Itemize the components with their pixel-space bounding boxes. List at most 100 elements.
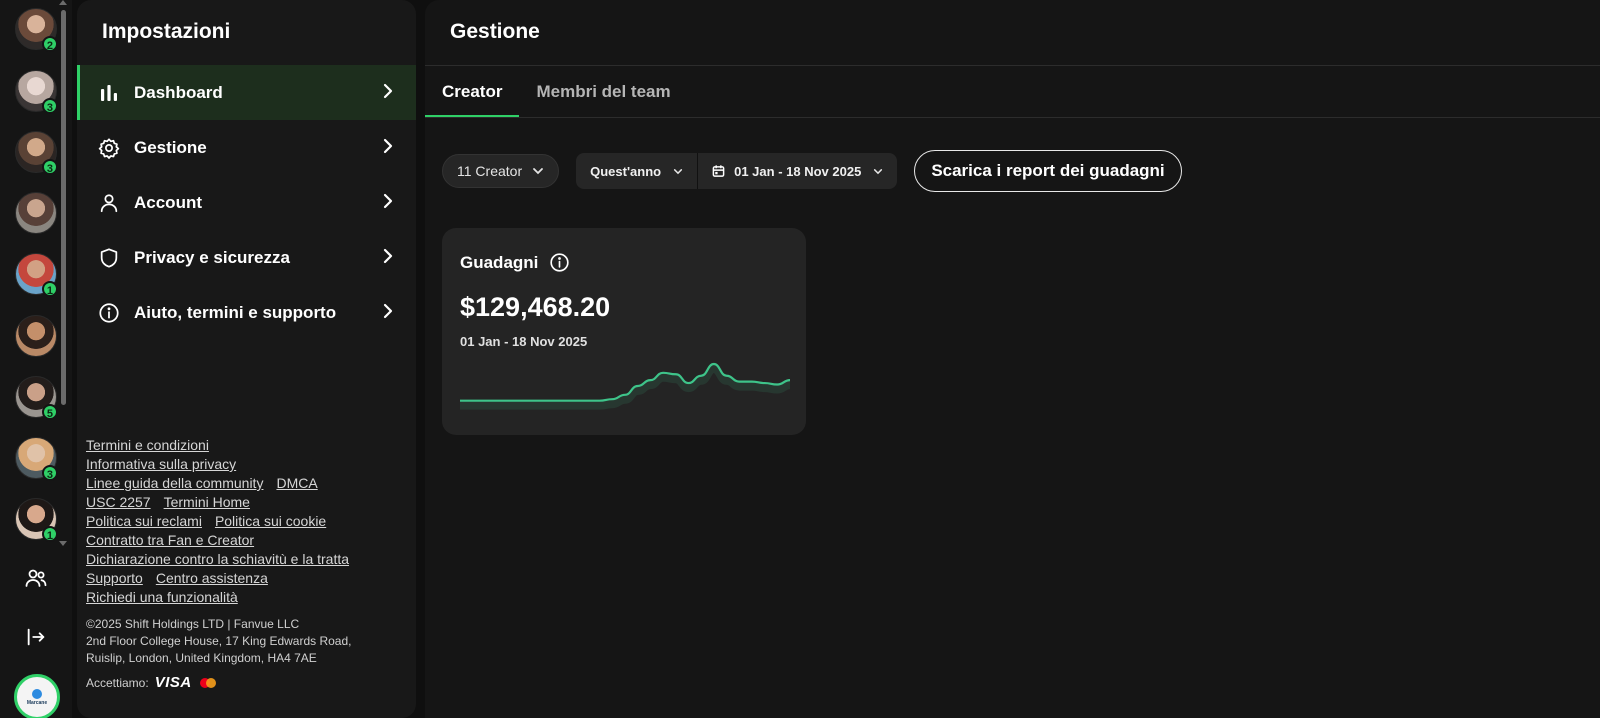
earnings-range: 01 Jan - 18 Nov 2025 xyxy=(460,334,588,349)
accept-label: Accettiamo: xyxy=(86,675,149,690)
chevron-down-icon xyxy=(874,168,883,174)
community-link[interactable]: Linee guida della community xyxy=(86,475,263,491)
terms-link[interactable]: Termini e condizioni xyxy=(86,437,209,453)
menu-item-label: Dashboard xyxy=(134,82,223,102)
calendar-icon xyxy=(712,165,725,177)
support-link[interactable]: Supporto xyxy=(86,570,143,586)
creator-rail: 2 3 3 1 5 3 1 Marcane xyxy=(0,0,72,718)
slavery-link[interactable]: Dichiarazione contro la schiavitù e la t… xyxy=(86,551,349,567)
date-range-label: 01 Jan - 18 Nov 2025 xyxy=(734,163,862,179)
gear-icon xyxy=(96,135,122,161)
chevron-right-icon xyxy=(383,303,393,319)
period-label: Quest'anno xyxy=(590,163,662,179)
chevron-right-icon xyxy=(383,193,393,209)
footer-links: Termini e condizioni Informativa sulla p… xyxy=(86,436,406,607)
agency-logo[interactable]: Marcane xyxy=(14,674,60,718)
dmca-link[interactable]: DMCA xyxy=(276,475,317,491)
copyright-line: ©2025 Shift Holdings LTD | Fanvue LLC xyxy=(86,617,300,631)
tab-team-members[interactable]: Membri del team xyxy=(519,66,687,117)
card-title-label: Guadagni xyxy=(460,252,539,272)
creator-avatar[interactable]: 2 xyxy=(15,8,58,52)
settings-panel: Impostazioni Dashboard Gestione Account xyxy=(77,0,416,718)
address-line: Ruislip, London, United Kingdom, HA4 7AE xyxy=(86,651,317,665)
main-panel: Gestione Creator Membri del team 11 Crea… xyxy=(425,0,1600,718)
chevron-right-icon xyxy=(383,138,393,154)
bar-chart-icon xyxy=(96,80,122,106)
chevron-right-icon xyxy=(383,83,393,99)
users-icon xyxy=(25,569,47,587)
creator-avatar[interactable] xyxy=(15,315,57,357)
logo-text: Marcane xyxy=(26,699,48,706)
download-report-button[interactable]: Scarica i report dei guadagni xyxy=(914,150,1182,192)
cookies-link[interactable]: Politica sui cookie xyxy=(215,513,326,529)
creator-avatar[interactable]: 1 xyxy=(15,253,58,297)
shield-icon xyxy=(96,245,122,271)
creator-avatar[interactable]: 1 xyxy=(15,498,58,542)
chevron-down-icon xyxy=(533,168,544,175)
user-icon xyxy=(96,190,122,216)
creator-avatar[interactable] xyxy=(15,192,57,234)
contract-link[interactable]: Contratto tra Fan e Creator xyxy=(86,532,254,548)
chevron-right-icon xyxy=(383,248,393,264)
unread-badge: 3 xyxy=(41,159,58,175)
scrollbar[interactable] xyxy=(61,10,66,405)
creator-count: 11 Creator xyxy=(457,163,523,179)
scroll-up-arrow[interactable] xyxy=(59,0,67,5)
date-filter: Quest'anno 01 Jan - 18 Nov 2025 xyxy=(576,153,898,189)
unread-badge: 3 xyxy=(41,465,58,481)
settings-title: Impostazioni xyxy=(102,20,231,43)
scroll-down-arrow[interactable] xyxy=(59,541,67,546)
creator-select[interactable]: 11 Creator xyxy=(442,154,560,188)
payment-methods: Accettiamo: VISA xyxy=(86,674,216,691)
menu-item-account[interactable]: Account xyxy=(77,175,416,230)
menu-item-label: Account xyxy=(134,192,202,212)
tabs-divider xyxy=(425,117,1600,118)
privacy-link[interactable]: Informativa sulla privacy xyxy=(86,456,236,472)
usc-link[interactable]: USC 2257 xyxy=(86,494,151,510)
menu-item-dashboard[interactable]: Dashboard xyxy=(77,65,416,120)
earnings-amount: $129,468.20 xyxy=(460,292,611,322)
earnings-sparkline xyxy=(460,362,790,410)
menu-item-label: Gestione xyxy=(134,137,207,157)
earnings-card[interactable]: Guadagni $129,468.20 01 Jan - 18 Nov 202… xyxy=(442,228,806,435)
unread-badge: 2 xyxy=(41,36,58,52)
help-center-link[interactable]: Centro assistenza xyxy=(156,570,268,586)
creator-avatar[interactable]: 3 xyxy=(15,131,58,175)
card-title: Guadagni xyxy=(460,252,570,273)
unread-badge: 1 xyxy=(41,526,58,542)
menu-item-label: Aiuto, termini e supporto xyxy=(134,302,337,322)
unread-badge: 1 xyxy=(41,281,58,297)
visa-logo: VISA xyxy=(154,674,192,691)
terms-home-link[interactable]: Termini Home xyxy=(164,494,250,510)
complaints-link[interactable]: Politica sui reclami xyxy=(86,513,202,529)
menu-item-privacy[interactable]: Privacy e sicurezza xyxy=(77,230,416,285)
creator-avatar[interactable]: 3 xyxy=(15,437,58,481)
settings-menu: Dashboard Gestione Account Privacy e sic… xyxy=(77,65,416,340)
unread-badge: 3 xyxy=(41,98,58,114)
tab-bar: Creator Membri del team xyxy=(425,66,688,117)
tab-creator[interactable]: Creator xyxy=(425,66,520,117)
period-select[interactable]: Quest'anno xyxy=(576,153,697,189)
logout-icon xyxy=(27,628,45,646)
chevron-down-icon xyxy=(674,168,683,174)
sparkline-line xyxy=(460,362,790,402)
creator-avatar[interactable]: 3 xyxy=(15,70,58,114)
creator-list[interactable]: 2 3 3 1 5 3 1 xyxy=(0,0,72,550)
feature-request-link[interactable]: Richiedi una funzionalità xyxy=(86,589,238,605)
page-title: Gestione xyxy=(450,20,540,43)
info-icon[interactable] xyxy=(549,252,570,273)
creator-avatar[interactable]: 5 xyxy=(15,376,58,420)
menu-item-gestione[interactable]: Gestione xyxy=(77,120,416,175)
copyright: ©2025 Shift Holdings LTD | Fanvue LLC 2n… xyxy=(86,616,406,667)
filter-bar: 11 Creator Quest'anno 01 Jan - 18 Nov 20… xyxy=(442,150,1182,192)
team-button[interactable] xyxy=(16,558,56,598)
menu-item-label: Privacy e sicurezza xyxy=(134,247,290,267)
logout-button[interactable] xyxy=(16,617,56,657)
address-line: 2nd Floor College House, 17 King Edwards… xyxy=(86,634,352,648)
date-range-picker[interactable]: 01 Jan - 18 Nov 2025 xyxy=(697,153,897,189)
mastercard-icon xyxy=(199,677,216,688)
unread-badge: 5 xyxy=(41,404,58,420)
logo-mark xyxy=(32,688,42,699)
info-icon xyxy=(96,300,122,326)
menu-item-help[interactable]: Aiuto, termini e supporto xyxy=(77,285,416,340)
